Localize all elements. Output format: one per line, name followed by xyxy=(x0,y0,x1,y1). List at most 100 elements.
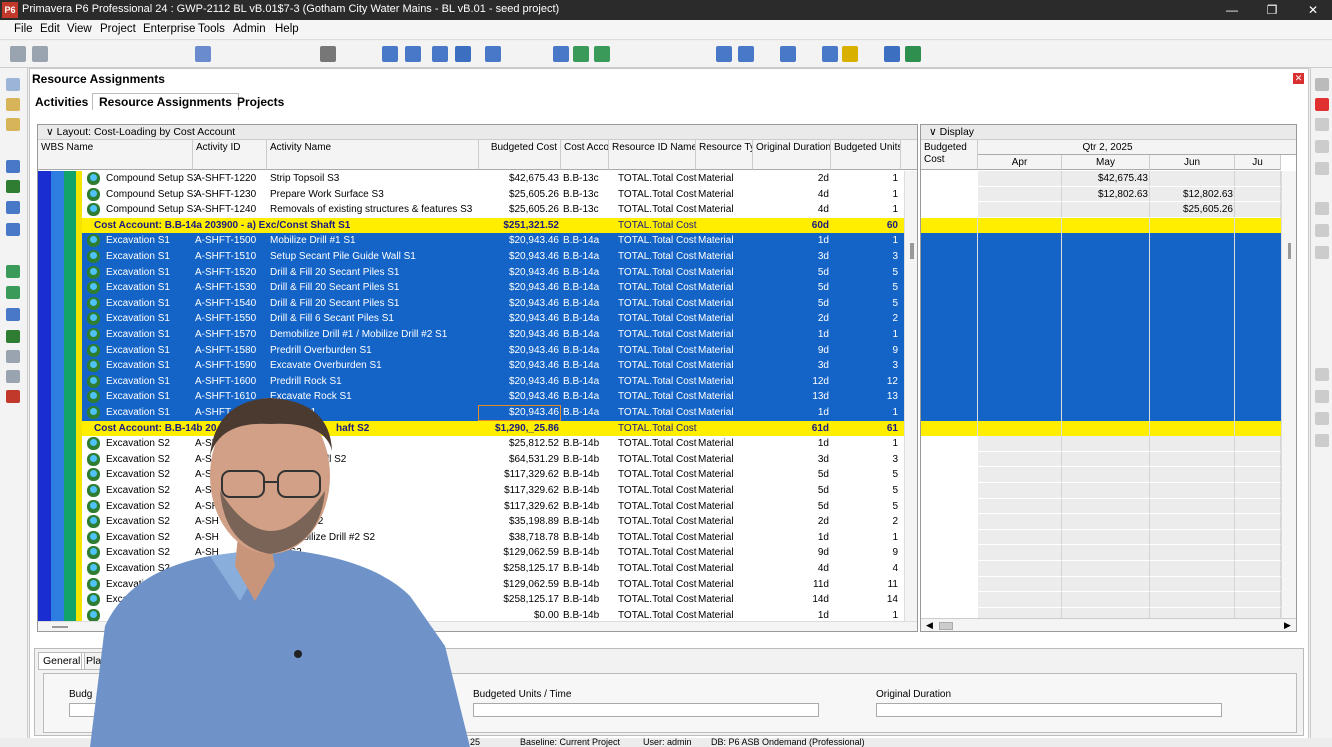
notes-icon[interactable] xyxy=(842,46,858,62)
tools-icon[interactable] xyxy=(320,46,336,62)
table-row[interactable]: Compound Setup S3 A-SHFT-1230 Prepare Work… xyxy=(38,186,904,203)
copy-icon[interactable] xyxy=(1315,140,1329,153)
tab-activities[interactable]: Activities xyxy=(35,95,88,109)
tab-resource-assignments[interactable]: Resource Assignments xyxy=(92,93,239,110)
spread-row[interactable]: $12,802.63 $12,802.63 xyxy=(921,186,1281,203)
help-icon[interactable] xyxy=(905,46,921,62)
spread-row[interactable] xyxy=(921,389,1281,405)
spread-row[interactable] xyxy=(921,405,1281,421)
spread-row[interactable]: $25,605.26 xyxy=(921,202,1281,218)
table-row[interactable]: Excavation S1 A-SHFT-1500 Mobilize Drill #… xyxy=(38,233,904,249)
split-icon[interactable] xyxy=(780,46,796,62)
col-activity-name[interactable]: Activity Name xyxy=(267,140,479,170)
col-resource-id-name[interactable]: Resource ID Name xyxy=(609,140,696,170)
col-budgeted-cost-spread[interactable]: Budgeted Cost xyxy=(921,140,978,170)
columns-icon[interactable] xyxy=(382,46,398,62)
wps-icon[interactable] xyxy=(6,286,20,299)
layout-icon[interactable] xyxy=(195,46,211,62)
tracking-icon[interactable] xyxy=(6,265,20,278)
reports-icon[interactable] xyxy=(6,330,20,343)
spread-row[interactable] xyxy=(921,467,1281,483)
spread-row[interactable] xyxy=(921,483,1281,499)
menu-edit[interactable]: Edit xyxy=(40,23,60,35)
tab-projects[interactable]: Projects xyxy=(237,95,284,109)
schedule-icon[interactable] xyxy=(573,46,589,62)
menu-project[interactable]: Project xyxy=(100,23,136,35)
spread-row[interactable]: $42,675.43 xyxy=(921,171,1281,187)
filter-icon[interactable] xyxy=(455,46,471,62)
spread-row[interactable] xyxy=(921,451,1281,468)
move-up-icon[interactable] xyxy=(1315,368,1329,381)
send-icon[interactable] xyxy=(884,46,900,62)
table-row[interactable]: Excavation S1 A-SHFT-1600 Predrill Rock S1… xyxy=(38,373,904,390)
spread-row[interactable] xyxy=(921,327,1281,343)
col-activity-id[interactable]: Activity ID xyxy=(193,140,267,170)
col-original-duration[interactable]: Original Duration xyxy=(753,140,831,170)
spread-row[interactable] xyxy=(921,358,1281,374)
group-sort-icon[interactable] xyxy=(485,46,501,62)
spread-row[interactable] xyxy=(921,373,1281,390)
menu-help[interactable]: Help xyxy=(275,23,299,35)
spread-row[interactable] xyxy=(921,342,1281,359)
panel-close-icon[interactable]: ✕ xyxy=(1293,73,1304,84)
move-down-icon[interactable] xyxy=(1315,390,1329,403)
indent-right-icon[interactable] xyxy=(1315,434,1329,447)
spread-row[interactable] xyxy=(921,529,1281,546)
table-row[interactable]: Excavation S1 A-SHFT-1540 Drill & Fill 20 … xyxy=(38,295,904,312)
assign-role-icon[interactable] xyxy=(1315,224,1329,237)
vertical-scrollbar[interactable] xyxy=(904,171,917,621)
table-row[interactable]: Excavation S1 A-SHFT-1520 Drill & Fill 20 … xyxy=(38,264,904,281)
table-row[interactable]: Excavation S1 A-SHFT-1550 Drill & Fill 6 S… xyxy=(38,311,904,327)
col-budgeted-cost[interactable]: Budgeted Cost xyxy=(479,140,561,170)
print-preview-icon[interactable] xyxy=(32,46,48,62)
spread-row[interactable] xyxy=(921,311,1281,327)
assignments-icon[interactable] xyxy=(6,223,20,236)
indent-left-icon[interactable] xyxy=(1315,412,1329,425)
focused-cell[interactable] xyxy=(478,405,561,421)
zoom-out-icon[interactable] xyxy=(738,46,754,62)
spread-row[interactable] xyxy=(921,295,1281,312)
spread-row[interactable] xyxy=(921,436,1281,452)
spread-row[interactable] xyxy=(921,264,1281,281)
minimize-button[interactable]: — xyxy=(1217,1,1247,19)
portfolio-icon[interactable] xyxy=(6,118,20,131)
scroll-right-icon[interactable]: ▶ xyxy=(1284,620,1291,631)
table-row[interactable]: Compound Setup S3 A-SHFT-1220 Strip Topsoi… xyxy=(38,171,904,187)
hscroll-thumb[interactable] xyxy=(52,626,68,628)
table-row[interactable]: Excavation S1 A-SHFT-1580 Predrill Overbur… xyxy=(38,342,904,359)
col-cost-account[interactable]: Cost Acco xyxy=(561,140,609,170)
spread-scroll-thumb[interactable] xyxy=(1288,243,1291,259)
spread-row[interactable] xyxy=(921,592,1281,608)
original-duration-field[interactable] xyxy=(876,703,1222,717)
spread-row[interactable] xyxy=(921,576,1281,593)
col-wbs-name[interactable]: WBS Name xyxy=(38,140,193,170)
resources-icon[interactable] xyxy=(6,180,20,193)
menu-enterprise[interactable]: Enterprise xyxy=(143,23,195,35)
panes-icon[interactable] xyxy=(822,46,838,62)
assign-icon[interactable] xyxy=(553,46,569,62)
table-row[interactable]: Compound Setup S3 A-SHFT-1240 Removals of … xyxy=(38,202,904,218)
level-icon[interactable] xyxy=(594,46,610,62)
docs-icon[interactable] xyxy=(6,350,20,363)
bars-icon[interactable] xyxy=(432,46,448,62)
spread-row[interactable] xyxy=(921,217,1281,234)
risks-icon[interactable] xyxy=(6,390,20,403)
col-budgeted-units[interactable]: Budgeted Units xyxy=(831,140,901,170)
paste-icon[interactable] xyxy=(1315,162,1329,175)
spread-row[interactable] xyxy=(921,545,1281,561)
grid-icon[interactable] xyxy=(405,46,421,62)
menu-admin[interactable]: Admin xyxy=(233,23,266,35)
wbs-icon[interactable] xyxy=(6,160,20,173)
zoom-in-icon[interactable] xyxy=(716,46,732,62)
spread-row[interactable] xyxy=(921,514,1281,530)
delete-icon[interactable] xyxy=(1315,98,1329,111)
assign-resource-icon[interactable] xyxy=(1315,202,1329,215)
expenses-icon[interactable] xyxy=(6,370,20,383)
home-icon[interactable] xyxy=(6,78,20,91)
scroll-left-icon[interactable]: ◀ xyxy=(926,620,933,631)
spread-row[interactable] xyxy=(921,498,1281,515)
menu-view[interactable]: View xyxy=(67,23,92,35)
spread-row[interactable] xyxy=(921,561,1281,577)
table-row[interactable]: Excavation S1 A-SHFT-1530 Drill & Fill 20 … xyxy=(38,280,904,296)
scroll-thumb[interactable] xyxy=(910,243,914,259)
